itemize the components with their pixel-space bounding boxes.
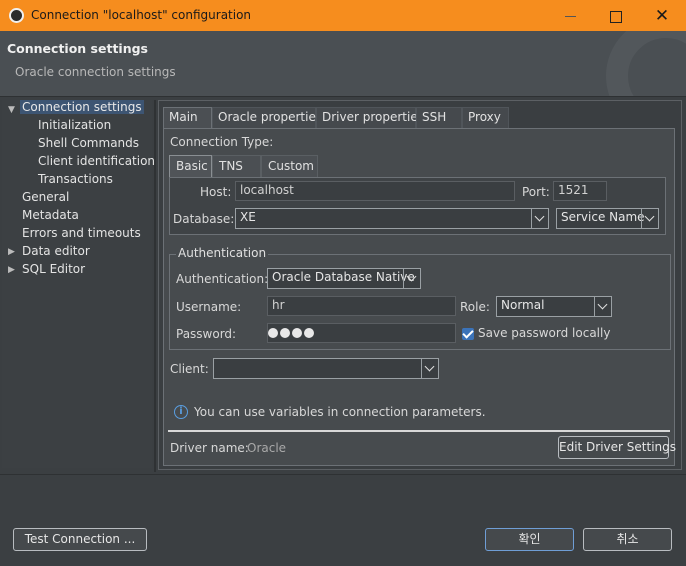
- tab-ssh[interactable]: SSH: [416, 107, 462, 128]
- password-mask: [268, 327, 316, 341]
- collapse-arrow-icon[interactable]: ▶: [8, 247, 15, 257]
- collapse-arrow-icon[interactable]: ▶: [8, 265, 15, 275]
- password-label: Password:: [176, 327, 237, 341]
- maximize-icon[interactable]: [601, 5, 631, 27]
- chevron-down-icon[interactable]: [421, 359, 438, 378]
- separator: [168, 430, 670, 432]
- tree-item-sql-editor[interactable]: SQL Editor: [22, 262, 85, 276]
- tree-item-general[interactable]: General: [22, 190, 69, 204]
- tab-main[interactable]: Main: [163, 107, 212, 128]
- client-combo[interactable]: [213, 358, 439, 379]
- expand-arrow-icon[interactable]: ▼: [8, 105, 15, 115]
- authentication-label: Authentication:: [176, 272, 269, 286]
- tab-oracle-properties[interactable]: Oracle properties: [212, 107, 322, 128]
- settings-panel: Main Oracle properties Driver properties…: [158, 100, 682, 470]
- tab-proxy[interactable]: Proxy: [462, 107, 509, 128]
- client-label: Client:: [170, 362, 209, 376]
- close-icon[interactable]: ✕: [647, 5, 677, 27]
- page-title: Connection settings: [7, 41, 148, 56]
- info-icon: i: [174, 405, 188, 419]
- save-password-label[interactable]: Save password locally: [478, 326, 610, 340]
- minimize-icon[interactable]: [556, 5, 586, 27]
- host-label: Host:: [200, 185, 232, 199]
- chevron-down-icon[interactable]: [641, 209, 658, 228]
- footer-divider: [0, 474, 686, 475]
- tree-item-connection-settings[interactable]: Connection settings: [20, 100, 144, 114]
- chevron-down-icon[interactable]: [403, 269, 420, 288]
- role-label: Role:: [460, 300, 490, 314]
- cancel-button[interactable]: 취소: [583, 528, 672, 551]
- tree-item-metadata[interactable]: Metadata: [22, 208, 79, 222]
- tree-item-client-identification[interactable]: Client identification: [38, 154, 155, 168]
- tree-item-shell-commands[interactable]: Shell Commands: [38, 136, 139, 150]
- subtab-tns[interactable]: TNS: [212, 155, 261, 178]
- port-label: Port:: [522, 185, 550, 199]
- role-value: Normal: [501, 298, 545, 312]
- page-subtitle: Oracle connection settings: [15, 65, 176, 79]
- host-input[interactable]: localhost: [235, 181, 515, 201]
- basic-settings-box: Host: localhost Port: 1521 Database: XE …: [169, 177, 666, 235]
- test-connection-button[interactable]: Test Connection ...: [13, 528, 147, 551]
- tree-item-initialization[interactable]: Initialization: [38, 118, 111, 132]
- save-password-checkbox[interactable]: [462, 328, 474, 340]
- tree-item-transactions[interactable]: Transactions: [38, 172, 113, 186]
- subtab-custom[interactable]: Custom: [261, 155, 318, 178]
- authentication-value: Oracle Database Native: [272, 270, 415, 284]
- subtab-basic[interactable]: Basic: [169, 155, 212, 178]
- edit-driver-settings-button[interactable]: Edit Driver Settings: [558, 436, 676, 459]
- window-title-bar: Connection "localhost" configuration ✕: [0, 0, 686, 31]
- app-logo-icon: [9, 8, 24, 23]
- authentication-combo[interactable]: Oracle Database Native: [267, 268, 421, 289]
- chevron-down-icon[interactable]: [531, 209, 548, 228]
- connection-type-label: Connection Type:: [170, 135, 274, 149]
- driver-name-label: Driver name:: [170, 441, 249, 455]
- window-title: Connection "localhost" configuration: [31, 8, 252, 22]
- username-label: Username:: [176, 300, 242, 314]
- authentication-group: Authentication Authentication: Oracle Da…: [169, 246, 671, 350]
- main-tab-content: Connection Type: Basic TNS Custom Host: …: [163, 128, 676, 466]
- panel-splitter[interactable]: [154, 100, 156, 472]
- info-text: You can use variables in connection para…: [194, 405, 486, 419]
- database-label: Database:: [173, 212, 235, 226]
- service-type-combo[interactable]: Service Name: [556, 208, 659, 229]
- page-header: Connection settings Oracle connection se…: [0, 31, 686, 97]
- authentication-group-title: Authentication: [176, 246, 269, 260]
- tree-item-errors-timeouts[interactable]: Errors and timeouts: [22, 226, 141, 240]
- password-input[interactable]: [267, 323, 456, 343]
- driver-name-value: Oracle: [247, 441, 287, 455]
- service-type-value: Service Name: [561, 210, 645, 224]
- database-combo[interactable]: XE: [235, 208, 549, 229]
- settings-tree: ▼ Connection settings Initialization She…: [2, 100, 155, 468]
- header-decoration: [606, 31, 686, 96]
- database-value: XE: [240, 210, 256, 224]
- chevron-down-icon[interactable]: [594, 297, 611, 316]
- ok-button[interactable]: 확인: [485, 528, 574, 551]
- role-combo[interactable]: Normal: [496, 296, 612, 317]
- tree-item-data-editor[interactable]: Data editor: [22, 244, 90, 258]
- port-input[interactable]: 1521: [553, 181, 607, 201]
- tab-driver-properties[interactable]: Driver properties: [316, 107, 424, 128]
- username-input[interactable]: hr: [267, 296, 456, 316]
